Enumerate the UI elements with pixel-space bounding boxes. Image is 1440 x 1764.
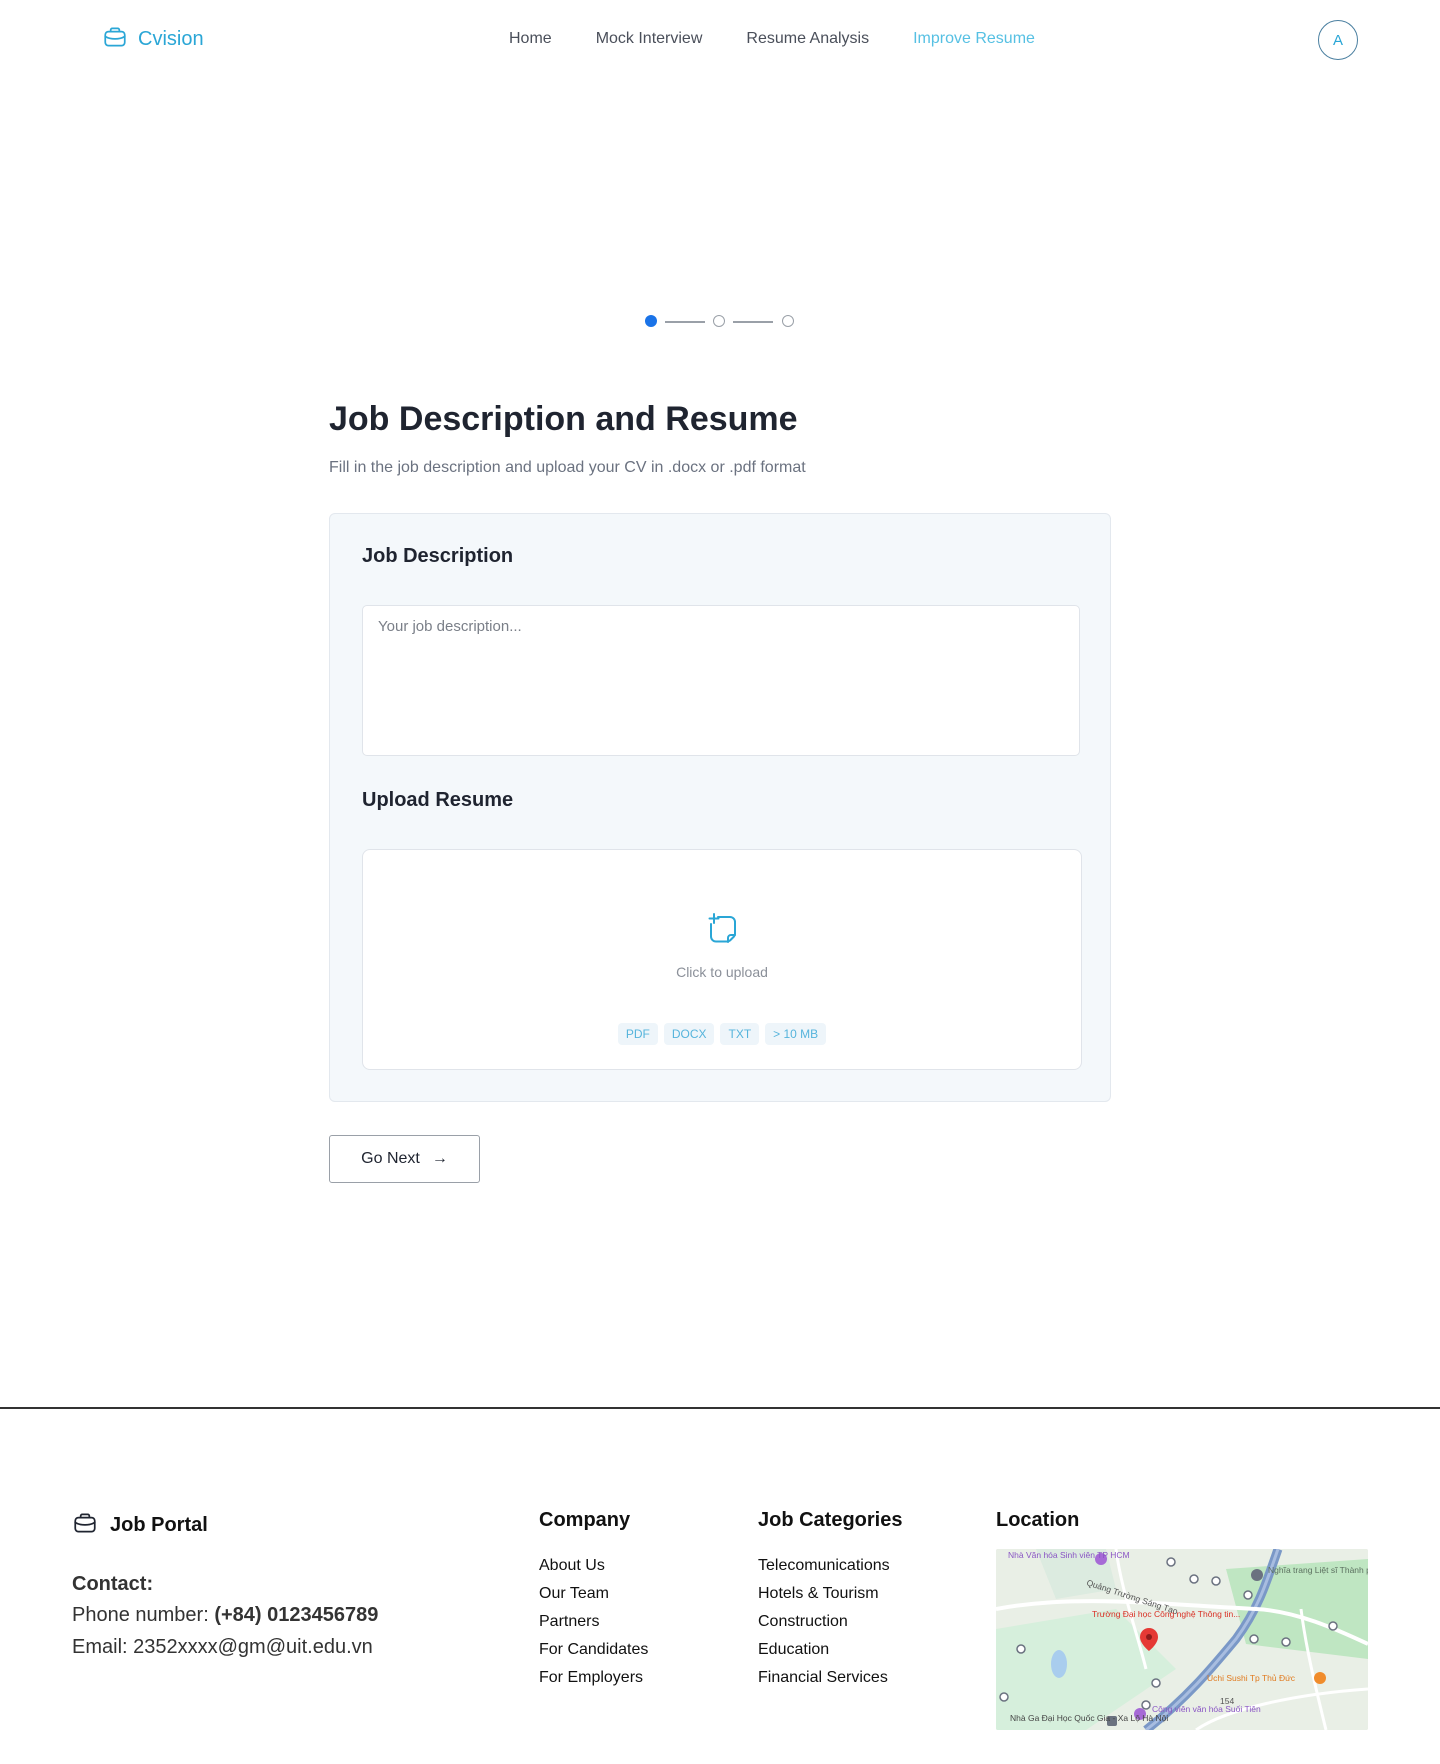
footer-company-column: Company About Us Our Team Partners For C… — [539, 1509, 648, 1692]
email-address: 2352xxxx@gm@uit.edu.vn — [133, 1636, 373, 1658]
svg-text:Nhà Ga Đại Học Quốc Gia - Xa L: Nhà Ga Đại Học Quốc Gia - Xa Lộ Hà Nội — [1010, 1713, 1168, 1723]
arrow-right-icon: → — [431, 1150, 448, 1167]
page-subtitle: Fill in the job description and upload y… — [329, 459, 806, 476]
phone-number: (+84) 0123456789 — [214, 1604, 379, 1626]
avatar-initial: A — [1332, 31, 1343, 49]
footer-link-about-us[interactable]: About Us — [539, 1552, 648, 1580]
briefcase-icon — [102, 24, 128, 55]
progress-stepper — [645, 314, 796, 328]
step-connector — [665, 321, 705, 323]
upload-file-icon — [706, 912, 740, 946]
footer-link-for-employers[interactable]: For Employers — [539, 1664, 648, 1692]
nav-item-resume-analysis[interactable]: Resume Analysis — [746, 30, 869, 48]
brand-name: Cvision — [138, 28, 204, 50]
resume-upload-dropzone[interactable]: Click to upload PDF DOCX TXT > 10 MB — [362, 849, 1082, 1070]
form-card: Job Description Upload Resume Click to u… — [329, 513, 1111, 1102]
map-label-university: Trường Đại học Công nghệ Thông tin... — [1092, 1609, 1240, 1619]
footer-company-heading: Company — [539, 1509, 631, 1531]
format-chip-size-limit: > 10 MB — [765, 1023, 827, 1045]
step-2-dot — [713, 315, 725, 327]
job-description-heading: Job Description — [362, 545, 514, 567]
format-chip-pdf: PDF — [617, 1023, 658, 1045]
svg-text:Công viên văn hóa Suối Tiên: Công viên văn hóa Suối Tiên — [1152, 1704, 1261, 1714]
footer-link-financial-services[interactable]: Financial Services — [758, 1664, 902, 1692]
format-chip-docx: DOCX — [663, 1023, 715, 1045]
nav-item-improve-resume[interactable]: Improve Resume — [913, 30, 1035, 48]
go-next-button[interactable]: Go Next → — [329, 1135, 480, 1183]
footer-brand[interactable]: Job Portal — [72, 1510, 208, 1541]
header: Cvision Home Mock Interview Resume Analy… — [0, 0, 1440, 80]
step-connector — [733, 321, 773, 323]
job-description-input[interactable] — [362, 605, 1080, 756]
footer-divider — [0, 1407, 1440, 1409]
location-map[interactable]: Nhà Văn hóa Sinh viên TP HCM Nghĩa trang… — [996, 1549, 1368, 1730]
footer-link-for-candidates[interactable]: For Candidates — [539, 1636, 648, 1664]
go-next-label: Go Next — [361, 1150, 420, 1167]
avatar[interactable]: A — [1318, 20, 1358, 60]
footer-location-heading: Location — [996, 1509, 1080, 1531]
format-chip-txt: TXT — [720, 1023, 760, 1045]
map-label-park: Công viên văn hóa Suối Tiên — [1152, 1704, 1261, 1714]
footer-job-categories-column: Job Categories Telecomunications Hotels … — [758, 1509, 902, 1692]
footer-link-education[interactable]: Education — [758, 1636, 902, 1664]
footer-job-categories-heading: Job Categories — [758, 1509, 903, 1531]
svg-text:Nghĩa trang Liệt sĩ Thành phố: Nghĩa trang Liệt sĩ Thành phố Hồ Chí Min… — [1268, 1565, 1368, 1575]
contact-heading: Contact: — [72, 1573, 154, 1595]
footer-location-column: Location — [996, 1509, 1079, 1552]
upload-prompt: Click to upload — [676, 964, 768, 980]
contact-phone: Phone number: (+84) 0123456789 — [72, 1604, 378, 1627]
svg-text:Nhà Văn hóa Sinh viên TP HCM: Nhà Văn hóa Sinh viên TP HCM — [1008, 1550, 1130, 1560]
svg-text:Trường Đại học Công nghệ Thông: Trường Đại học Công nghệ Thông tin... — [1092, 1609, 1240, 1619]
step-1-dot — [645, 315, 657, 327]
upload-resume-heading: Upload Resume — [362, 789, 514, 811]
map-label-cemetery: Nghĩa trang Liệt sĩ Thành phố Hồ Chí Min… — [1268, 1565, 1368, 1575]
brand-logo[interactable]: Cvision — [102, 24, 204, 55]
step-3-dot — [782, 315, 794, 327]
briefcase-icon — [72, 1510, 98, 1541]
main-nav: Home Mock Interview Resume Analysis Impr… — [509, 30, 1035, 48]
footer-link-telecommunications[interactable]: Telecomunications — [758, 1552, 902, 1580]
contact-email: Email: 2352xxxx@gm@uit.edu.vn — [72, 1636, 373, 1659]
nav-item-mock-interview[interactable]: Mock Interview — [596, 30, 703, 48]
map-label-station: Nhà Ga Đại Học Quốc Gia - Xa Lộ Hà Nội — [1010, 1713, 1168, 1723]
svg-text:154: 154 — [1220, 1696, 1234, 1706]
footer-link-partners[interactable]: Partners — [539, 1608, 648, 1636]
footer-brand-name: Job Portal — [110, 1514, 208, 1536]
map-label-road: 154 — [1220, 1696, 1234, 1706]
svg-text:Uchi Sushi Tp Thủ Đức: Uchi Sushi Tp Thủ Đức — [1207, 1673, 1296, 1683]
footer-link-construction[interactable]: Construction — [758, 1608, 902, 1636]
nav-item-home[interactable]: Home — [509, 30, 552, 48]
accepted-formats: PDF DOCX TXT > 10 MB — [363, 1023, 1081, 1045]
map-label-culture-house: Nhà Văn hóa Sinh viên TP HCM — [1008, 1550, 1130, 1560]
footer-link-hotels-tourism[interactable]: Hotels & Tourism — [758, 1580, 902, 1608]
page-title: Job Description and Resume — [329, 400, 798, 438]
map-label-sushi: Uchi Sushi Tp Thủ Đức — [1207, 1673, 1296, 1683]
phone-label: Phone number: — [72, 1604, 209, 1626]
footer-link-our-team[interactable]: Our Team — [539, 1580, 648, 1608]
email-label: Email: — [72, 1636, 128, 1658]
